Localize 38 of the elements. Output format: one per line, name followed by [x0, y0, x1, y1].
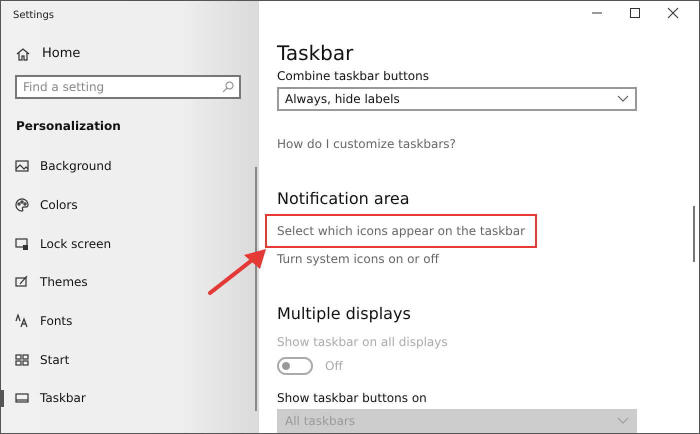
page-title: Taskbar — [276, 40, 354, 67]
section-heading: Notification area — [277, 189, 411, 208]
nav-item[interactable]: Start — [40, 352, 70, 367]
start-icon — [15, 352, 29, 367]
nav-item[interactable]: Themes — [40, 275, 88, 290]
home-icon — [16, 46, 30, 60]
picture-icon — [15, 159, 29, 174]
brush-icon — [15, 275, 29, 290]
section-heading: Multiple displays — [277, 304, 412, 323]
nav-item[interactable]: Background — [40, 159, 112, 174]
palette-icon — [15, 198, 29, 212]
close-icon[interactable] — [667, 7, 679, 19]
setting-label: Show taskbar buttons on — [277, 391, 428, 405]
setting-label: Combine taskbar buttons — [277, 69, 430, 83]
settings-link[interactable]: Turn system icons on or off — [277, 252, 439, 266]
search-icon — [222, 81, 234, 93]
chevron-down-icon — [617, 95, 629, 103]
taskbar-icon — [15, 391, 29, 406]
nav-item[interactable]: Lock screen — [40, 236, 112, 251]
nav-item[interactable]: Taskbar — [40, 391, 86, 406]
setting-label: Show taskbar on all displays — [277, 335, 449, 349]
dropdown[interactable]: Always, hide labels — [277, 87, 637, 111]
nav-item[interactable]: Colors — [40, 198, 78, 212]
section-title: Personalization — [15, 118, 122, 133]
maximize-icon[interactable] — [629, 7, 641, 19]
settings-link[interactable]: How do I customize taskbars? — [277, 137, 456, 151]
fonts-icon — [15, 314, 29, 328]
settings-link[interactable]: Select which icons appear on the taskbar — [267, 216, 536, 246]
chevron-down-icon — [617, 417, 629, 425]
nav-item[interactable]: Fonts — [40, 314, 72, 328]
window-title: Settings — [12, 9, 56, 23]
scrollbar[interactable] — [255, 167, 257, 411]
search-field[interactable]: Find a setting — [15, 75, 241, 99]
home-nav-item[interactable]: Home — [1, 32, 259, 61]
lock-screen-icon — [15, 236, 29, 251]
arrow-annotation — [206, 247, 268, 297]
scrollbar[interactable] — [693, 206, 695, 262]
toggle-state: Off — [325, 359, 343, 373]
